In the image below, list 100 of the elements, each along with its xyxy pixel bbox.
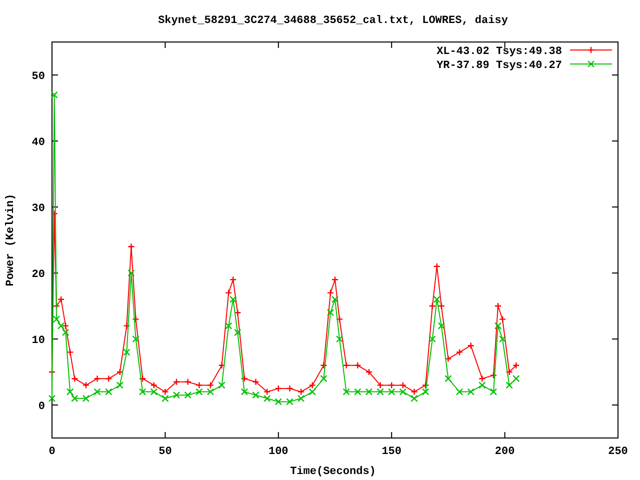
cross-marker: [428, 335, 436, 343]
cross-marker: [388, 388, 396, 396]
plus-marker: [331, 276, 339, 284]
x-tick-label: 200: [494, 446, 515, 458]
cross-marker: [196, 388, 203, 396]
plus-marker: [128, 243, 135, 250]
y-tick-label: 40: [32, 137, 45, 149]
plus-marker: [354, 362, 362, 369]
plus-marker: [218, 362, 226, 369]
cross-marker: [48, 394, 56, 402]
cross-marker: [422, 388, 430, 396]
x-tick-label: 50: [158, 446, 172, 458]
plus-marker: [132, 316, 140, 323]
cross-marker: [263, 394, 271, 402]
cross-marker: [105, 388, 112, 396]
plus-marker: [150, 382, 158, 389]
plus-marker: [82, 382, 90, 389]
plus-marker: [342, 362, 350, 369]
cross-marker: [172, 392, 180, 399]
cross-marker: [438, 322, 446, 330]
cross-marker: [123, 348, 130, 356]
cross-marker: [444, 375, 452, 382]
cross-marker: [326, 309, 334, 316]
y-tick-label: 50: [32, 71, 45, 83]
plus-marker: [428, 302, 436, 310]
plus-marker: [498, 316, 506, 323]
plus-marker: [234, 309, 242, 316]
plus-marker: [172, 378, 180, 386]
cross-marker: [234, 328, 242, 336]
cross-marker: [456, 388, 464, 396]
cross-marker: [94, 388, 101, 396]
cross-marker: [490, 388, 498, 396]
cross-marker: [50, 91, 58, 98]
plus-marker: [94, 375, 101, 382]
legend-label: XL-43.02 Tsys:49.38: [436, 46, 562, 58]
plus-marker: [438, 302, 446, 310]
plus-marker: [286, 384, 294, 392]
legend-label: YR-37.89 Tsys:40.27: [436, 60, 562, 72]
cross-marker: [116, 382, 124, 389]
plus-marker: [240, 375, 248, 382]
cross-marker: [342, 388, 350, 396]
plus-marker: [376, 382, 384, 389]
y-tick-label: 10: [32, 335, 45, 347]
cross-marker: [467, 388, 474, 396]
plus-marker: [399, 382, 407, 389]
plus-marker: [138, 375, 146, 382]
plus-marker: [116, 368, 124, 376]
plus-marker: [444, 355, 452, 362]
plus-marker: [230, 276, 237, 284]
cross-marker: [308, 388, 316, 396]
cross-marker: [252, 392, 260, 399]
plus-marker: [50, 210, 58, 218]
plus-marker: [162, 388, 169, 396]
plus-marker: [105, 375, 112, 382]
plus-marker: [274, 384, 282, 392]
plus-marker: [71, 375, 78, 382]
plus-marker: [196, 382, 203, 389]
cross-marker: [82, 394, 90, 402]
y-tick-label: 20: [32, 269, 45, 281]
cross-marker: [410, 394, 418, 402]
x-tick-label: 150: [382, 446, 402, 458]
x-axis-label: Time(Seconds): [290, 466, 376, 478]
cross-marker: [286, 398, 294, 406]
plus-marker: [184, 378, 192, 386]
cross-marker: [376, 388, 384, 396]
cross-marker: [132, 335, 140, 343]
cross-marker: [184, 392, 192, 399]
plus-marker: [365, 368, 373, 376]
plus-marker: [478, 375, 486, 382]
cross-marker: [494, 322, 502, 330]
cross-marker: [162, 394, 169, 402]
cross-marker: [399, 388, 407, 396]
cross-marker: [218, 382, 226, 389]
plus-marker: [297, 388, 305, 396]
plus-marker: [225, 289, 232, 296]
plus-marker: [66, 348, 74, 356]
plus-marker: [494, 302, 502, 310]
plus-marker: [308, 382, 316, 389]
cross-marker: [297, 394, 305, 402]
plus-marker: [326, 289, 334, 296]
cross-marker: [225, 322, 232, 330]
cross-marker: [478, 382, 486, 389]
cross-marker: [336, 335, 344, 343]
plus-marker: [456, 348, 464, 356]
cross-marker: [206, 388, 214, 396]
x-tick-label: 0: [48, 446, 56, 458]
x-tick-label: 100: [268, 446, 288, 458]
plus-marker: [490, 372, 498, 379]
cross-marker: [365, 388, 373, 396]
cross-marker: [354, 388, 362, 396]
y-tick-label: 0: [38, 401, 45, 413]
y-tick-label: 30: [32, 203, 45, 215]
plus-marker: [123, 322, 130, 330]
cross-marker: [240, 388, 248, 396]
plus-marker: [336, 316, 344, 323]
plus-marker: [422, 382, 430, 389]
cross-marker: [274, 398, 282, 406]
cross-marker: [320, 375, 328, 382]
plus-marker: [467, 342, 474, 350]
cross-marker: [433, 296, 440, 303]
